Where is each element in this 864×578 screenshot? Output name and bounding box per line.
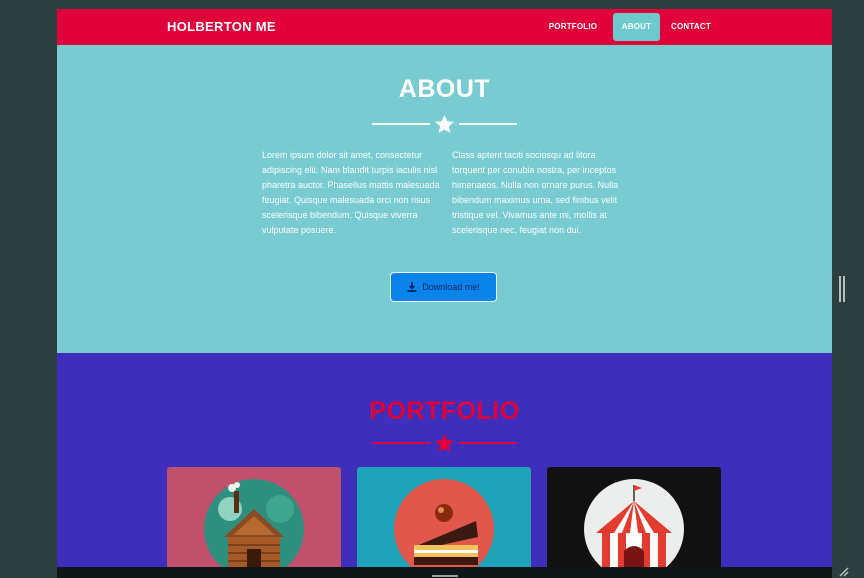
bottom-bar: [57, 567, 832, 578]
download-button-label: Download me!: [422, 282, 480, 292]
brand-logo[interactable]: HOLBERTON ME: [167, 19, 276, 34]
portfolio-card-cake[interactable]: [357, 467, 531, 569]
star-icon: [435, 434, 454, 452]
nav-link-contact[interactable]: CONTACT: [665, 13, 717, 41]
nav-link-portfolio[interactable]: PORTFOLIO: [543, 13, 603, 41]
about-section: ABOUT Lorem ipsum dolor sit amet, consec…: [57, 45, 832, 353]
bottom-bar-handle[interactable]: [432, 575, 458, 577]
browser-viewport: HOLBERTON ME PORTFOLIO ABOUT CONTACT ABO…: [57, 9, 832, 569]
portfolio-card-circus[interactable]: [547, 467, 721, 569]
download-button[interactable]: Download me!: [390, 272, 497, 302]
about-divider: [372, 115, 517, 133]
about-text-left: Lorem ipsum dolor sit amet, consectetur …: [262, 150, 440, 235]
resize-corner-icon[interactable]: [838, 566, 850, 578]
portfolio-card-cabin[interactable]: [167, 467, 341, 569]
about-text-right: Class aptent taciti sociosqu ad litora t…: [452, 150, 619, 235]
navbar: HOLBERTON ME PORTFOLIO ABOUT CONTACT: [57, 9, 832, 45]
nav-link-about[interactable]: ABOUT: [613, 13, 660, 41]
download-icon: [407, 282, 417, 292]
star-icon: [435, 115, 454, 133]
log-cabin-icon: [204, 479, 304, 569]
resize-handle[interactable]: [839, 276, 845, 302]
circus-tent-icon: [584, 479, 684, 569]
cake-slice-icon: [394, 479, 494, 569]
portfolio-title: PORTFOLIO: [369, 397, 520, 425]
about-title: ABOUT: [398, 75, 491, 103]
portfolio-section: PORTFOLIO: [57, 353, 832, 569]
portfolio-divider: [372, 434, 517, 452]
